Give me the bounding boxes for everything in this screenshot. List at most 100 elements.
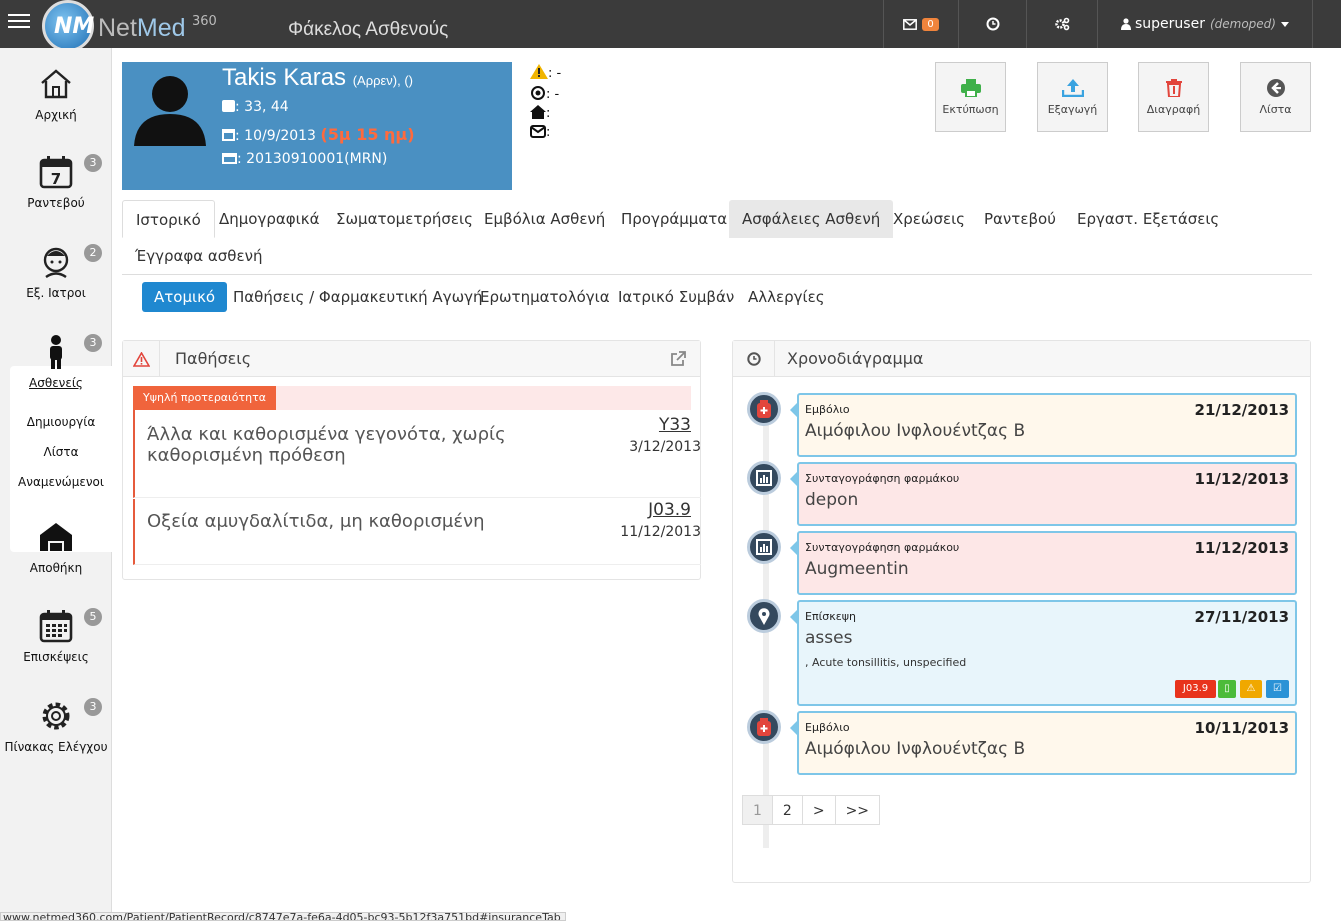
patient-phone-line: : 33, 44 [222, 99, 289, 115]
subtab-conditions-medication[interactable]: Παθήσεις / Φαρμακευτική Αγωγή [221, 282, 495, 312]
target-icon [531, 86, 545, 100]
sidebar-item-visits[interactable]: Επισκέψεις 5 [0, 608, 112, 664]
timeline-item-date: 10/11/2013 [1194, 719, 1289, 737]
warning-icon[interactable]: ⚠ [1240, 680, 1262, 698]
patient-mrn-line: : 20130910001(MRN) [222, 151, 387, 167]
condition-date: 3/12/2013 [629, 439, 701, 455]
document-icon[interactable]: ▯ [1218, 680, 1236, 698]
appointments-badge: 3 [84, 154, 102, 172]
subtab-personal[interactable]: Ατομικό [142, 282, 228, 312]
timeline-item[interactable]: Εμβόλιο 21/12/2013 Αιμόφιλου Ινφλουένtζα… [790, 393, 1297, 457]
delete-button[interactable]: Διαγραφή [1138, 62, 1209, 132]
list-button[interactable]: Λίστα [1240, 62, 1311, 132]
menu-toggle-icon[interactable] [8, 10, 30, 34]
print-button[interactable]: Εκτύπωση [935, 62, 1006, 132]
tab-vaccines[interactable]: Εμβόλια Ασθενή [471, 200, 618, 238]
timeline-item-name: Αιμόφιλου Ινφλουένtζας Β [805, 421, 1026, 441]
patient-gender: (Αρρεν), () [352, 73, 414, 88]
prescription-chart-icon [747, 461, 781, 495]
vaccine-icon [747, 392, 781, 426]
mail-count-badge: 0 [922, 17, 939, 31]
page-2[interactable]: 2 [771, 795, 803, 825]
patient-card: Takis Karas (Αρρεν), () : 33, 44 : 10/9/… [122, 62, 512, 190]
priority-header: Υψηλή προτεραιότητα [133, 386, 691, 410]
timeline-item-name: asses [805, 628, 853, 648]
logo-sup: 360 [192, 14, 217, 29]
sidebar-sub-create[interactable]: Δημιουργία [10, 415, 112, 429]
timeline-item[interactable]: Συνταγογράφηση φαρμάκου 11/12/2013 depon [790, 462, 1297, 526]
patient-name: Takis Karas [222, 64, 347, 91]
timeline-item-type: Επίσκεψη [805, 610, 856, 623]
sidebar-sub-waiting[interactable]: Αναμενώμενοι [10, 475, 112, 489]
condition-date: 11/12/2013 [620, 524, 701, 540]
user-menu[interactable]: superuser (demoped) [1097, 0, 1313, 48]
condition-code[interactable]: Y33 [659, 415, 691, 435]
tab-documents[interactable]: Έγγραφα ασθενή [122, 237, 275, 275]
sidebar-item-ext-doctors[interactable]: Εξ. Ιατροι 2 [0, 244, 112, 300]
email-info: : [530, 125, 550, 140]
tab-body-measurements[interactable]: Σωματομετρήσεις [323, 200, 486, 238]
conditions-panel-header: Παθήσεις [123, 341, 700, 377]
condition-item[interactable]: Οξεία αμυγδαλίτιδα, μη καθορισμένη J03.9… [133, 499, 701, 565]
condition-item[interactable]: Άλλα και καθορισμένα γεγονότα, χωρίς καθ… [133, 410, 701, 498]
status-bar-url: www.netmed360.com/Patient/PatientRecord/… [0, 912, 566, 921]
timeline-item-type: Εμβόλιο [805, 721, 850, 734]
sidebar-item-appointments[interactable]: 7 Ραντεβού 3 [0, 154, 112, 210]
timeline-title: Χρονοδιάγραμμα [787, 349, 924, 368]
timeline-item[interactable]: Επίσκεψη 27/11/2013 asses , Acute tonsil… [790, 600, 1297, 706]
external-link-icon[interactable] [670, 351, 686, 367]
ext-doctors-badge: 2 [84, 244, 102, 262]
visits-badge: 5 [84, 608, 102, 626]
tab-lab-tests[interactable]: Εργαστ. Εξετάσεις [1064, 200, 1232, 238]
subtab-questionnaires[interactable]: Ερωτηματολόγια [468, 282, 622, 312]
page-last[interactable]: >> [834, 795, 881, 825]
checkbox-icon[interactable]: ☑ [1266, 680, 1289, 698]
sidebar-item-dashboard[interactable]: Πίνακας Ελέγχου 3 [0, 698, 112, 754]
tab-demographics[interactable]: Δημογραφικά [206, 200, 332, 238]
timeline-item[interactable]: Συνταγογράφηση φαρμάκου 11/12/2013 Augme… [790, 531, 1297, 595]
conditions-panel: Παθήσεις Υψηλή προτεραιότητα Άλλα και κα… [122, 340, 701, 580]
sidebar-item-home[interactable]: Αρχική [0, 66, 112, 122]
tab-programs[interactable]: Προγράμματα [608, 200, 740, 238]
patient-phone: : 33, 44 [235, 99, 289, 115]
subtab-allergies[interactable]: Αλλεργίες [736, 282, 837, 312]
sidebar-item-patients[interactable]: Ασθενείς 3 [0, 334, 112, 390]
calendar-grid-icon [39, 610, 73, 643]
timeline-item-name: Αιμόφιλου Ινφλουένtζας Β [805, 739, 1026, 759]
gears-icon [1055, 17, 1070, 31]
tab-history[interactable]: Ιστορικό [122, 200, 215, 238]
conditions-title: Παθήσεις [175, 349, 252, 368]
phone-icon [222, 100, 235, 112]
sidebar-label: Ραντεβού [27, 196, 85, 210]
timeline-item[interactable]: Εμβόλιο 10/11/2013 Αιμόφιλου Ινφλουένtζα… [790, 711, 1297, 775]
page-next[interactable]: > [801, 795, 836, 825]
history-button[interactable] [958, 0, 1026, 48]
condition-code[interactable]: J03.9 [648, 500, 691, 520]
user-role: (demoped) [1209, 17, 1276, 31]
condition-text: Οξεία αμυγδαλίτιδα, μη καθορισμένη [147, 511, 485, 532]
timeline-item-name: Augmeentin [805, 559, 909, 579]
prescription-chart-icon [747, 530, 781, 564]
subtab-medical-event[interactable]: Ιατρικό Συμβάν [606, 282, 746, 312]
timeline-item-type: Συνταγογράφηση φαρμάκου [805, 472, 960, 485]
timeline-item-type: Συνταγογράφηση φαρμάκου [805, 541, 960, 554]
diagnosis-code-badge[interactable]: J03.9 [1175, 680, 1216, 698]
timeline-item-date: 11/12/2013 [1194, 470, 1289, 488]
export-button[interactable]: Εξαγωγή [1037, 62, 1108, 132]
sidebar-item-warehouse[interactable]: Αποθήκη [0, 519, 112, 575]
house-icon [41, 69, 71, 99]
sidebar: Αρχική 7 Ραντεβού 3 Εξ. Ιατροι 2 Ασθενεί… [0, 48, 112, 921]
arrow-left-circle-icon [1266, 79, 1285, 97]
page-1[interactable]: 1 [742, 795, 773, 825]
timeline-panel: Χρονοδιάγραμμα Εμβόλιο 21/12/2013 Αιμόφι… [732, 340, 1311, 883]
warning-outline-icon [133, 352, 150, 367]
timeline-pagination: 1 2 > >> [742, 795, 881, 825]
mail-button[interactable]: 0 [883, 0, 958, 48]
map-marker-icon [747, 599, 781, 633]
tab-charges[interactable]: Χρεώσεις [880, 200, 978, 238]
sidebar-sub-list[interactable]: Λίστα [10, 445, 112, 459]
tab-appointments[interactable]: Ραντεβού [971, 200, 1069, 238]
timeline-item-subtitle: , Acute tonsillitis, unspecified [805, 656, 967, 669]
settings-button[interactable] [1026, 0, 1097, 48]
tab-insurance[interactable]: Ασφάλειες Ασθενή [729, 200, 894, 238]
